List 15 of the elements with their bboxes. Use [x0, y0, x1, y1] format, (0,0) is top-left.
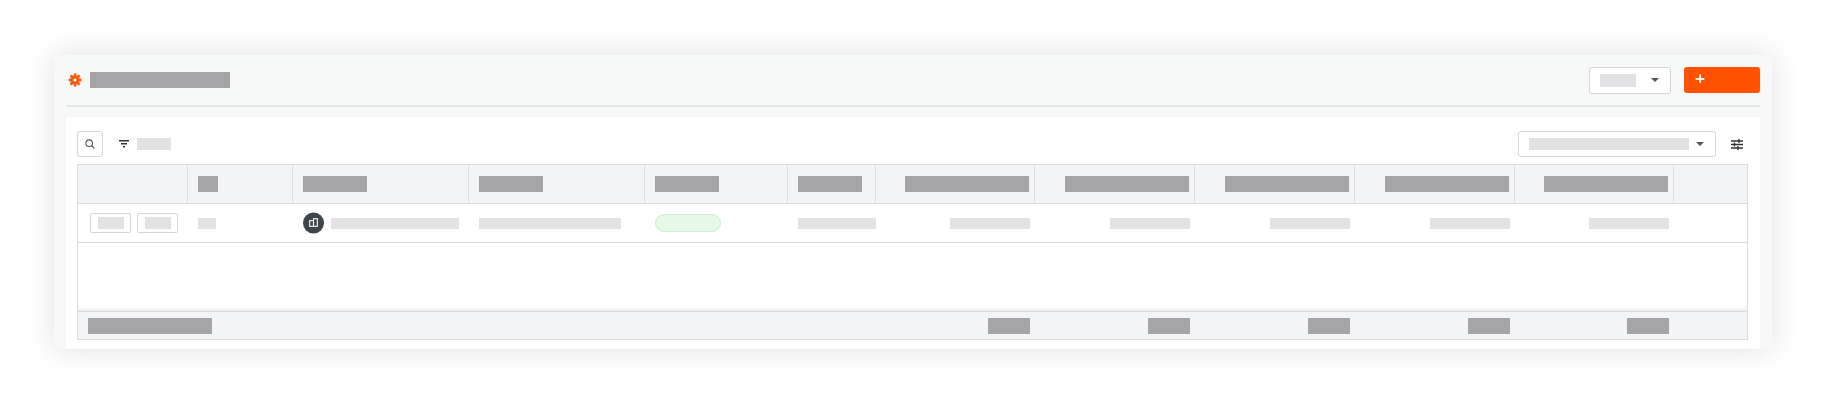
- building-icon: [303, 212, 324, 234]
- row-action-button[interactable]: [137, 213, 178, 233]
- view-dropdown[interactable]: [1518, 131, 1716, 157]
- search-button[interactable]: [77, 131, 103, 157]
- gear-icon: [68, 73, 82, 87]
- search-icon: [85, 139, 95, 149]
- caret-icon: [1695, 141, 1705, 147]
- row-action-button[interactable]: [90, 213, 131, 233]
- status-badge: [655, 214, 721, 232]
- filter-icon: [119, 140, 129, 148]
- filter-button[interactable]: [117, 138, 173, 150]
- sliders-icon: [1731, 138, 1743, 150]
- add-button[interactable]: +: [1684, 67, 1760, 93]
- view-select[interactable]: [1589, 66, 1671, 94]
- caret-icon: [1650, 77, 1660, 83]
